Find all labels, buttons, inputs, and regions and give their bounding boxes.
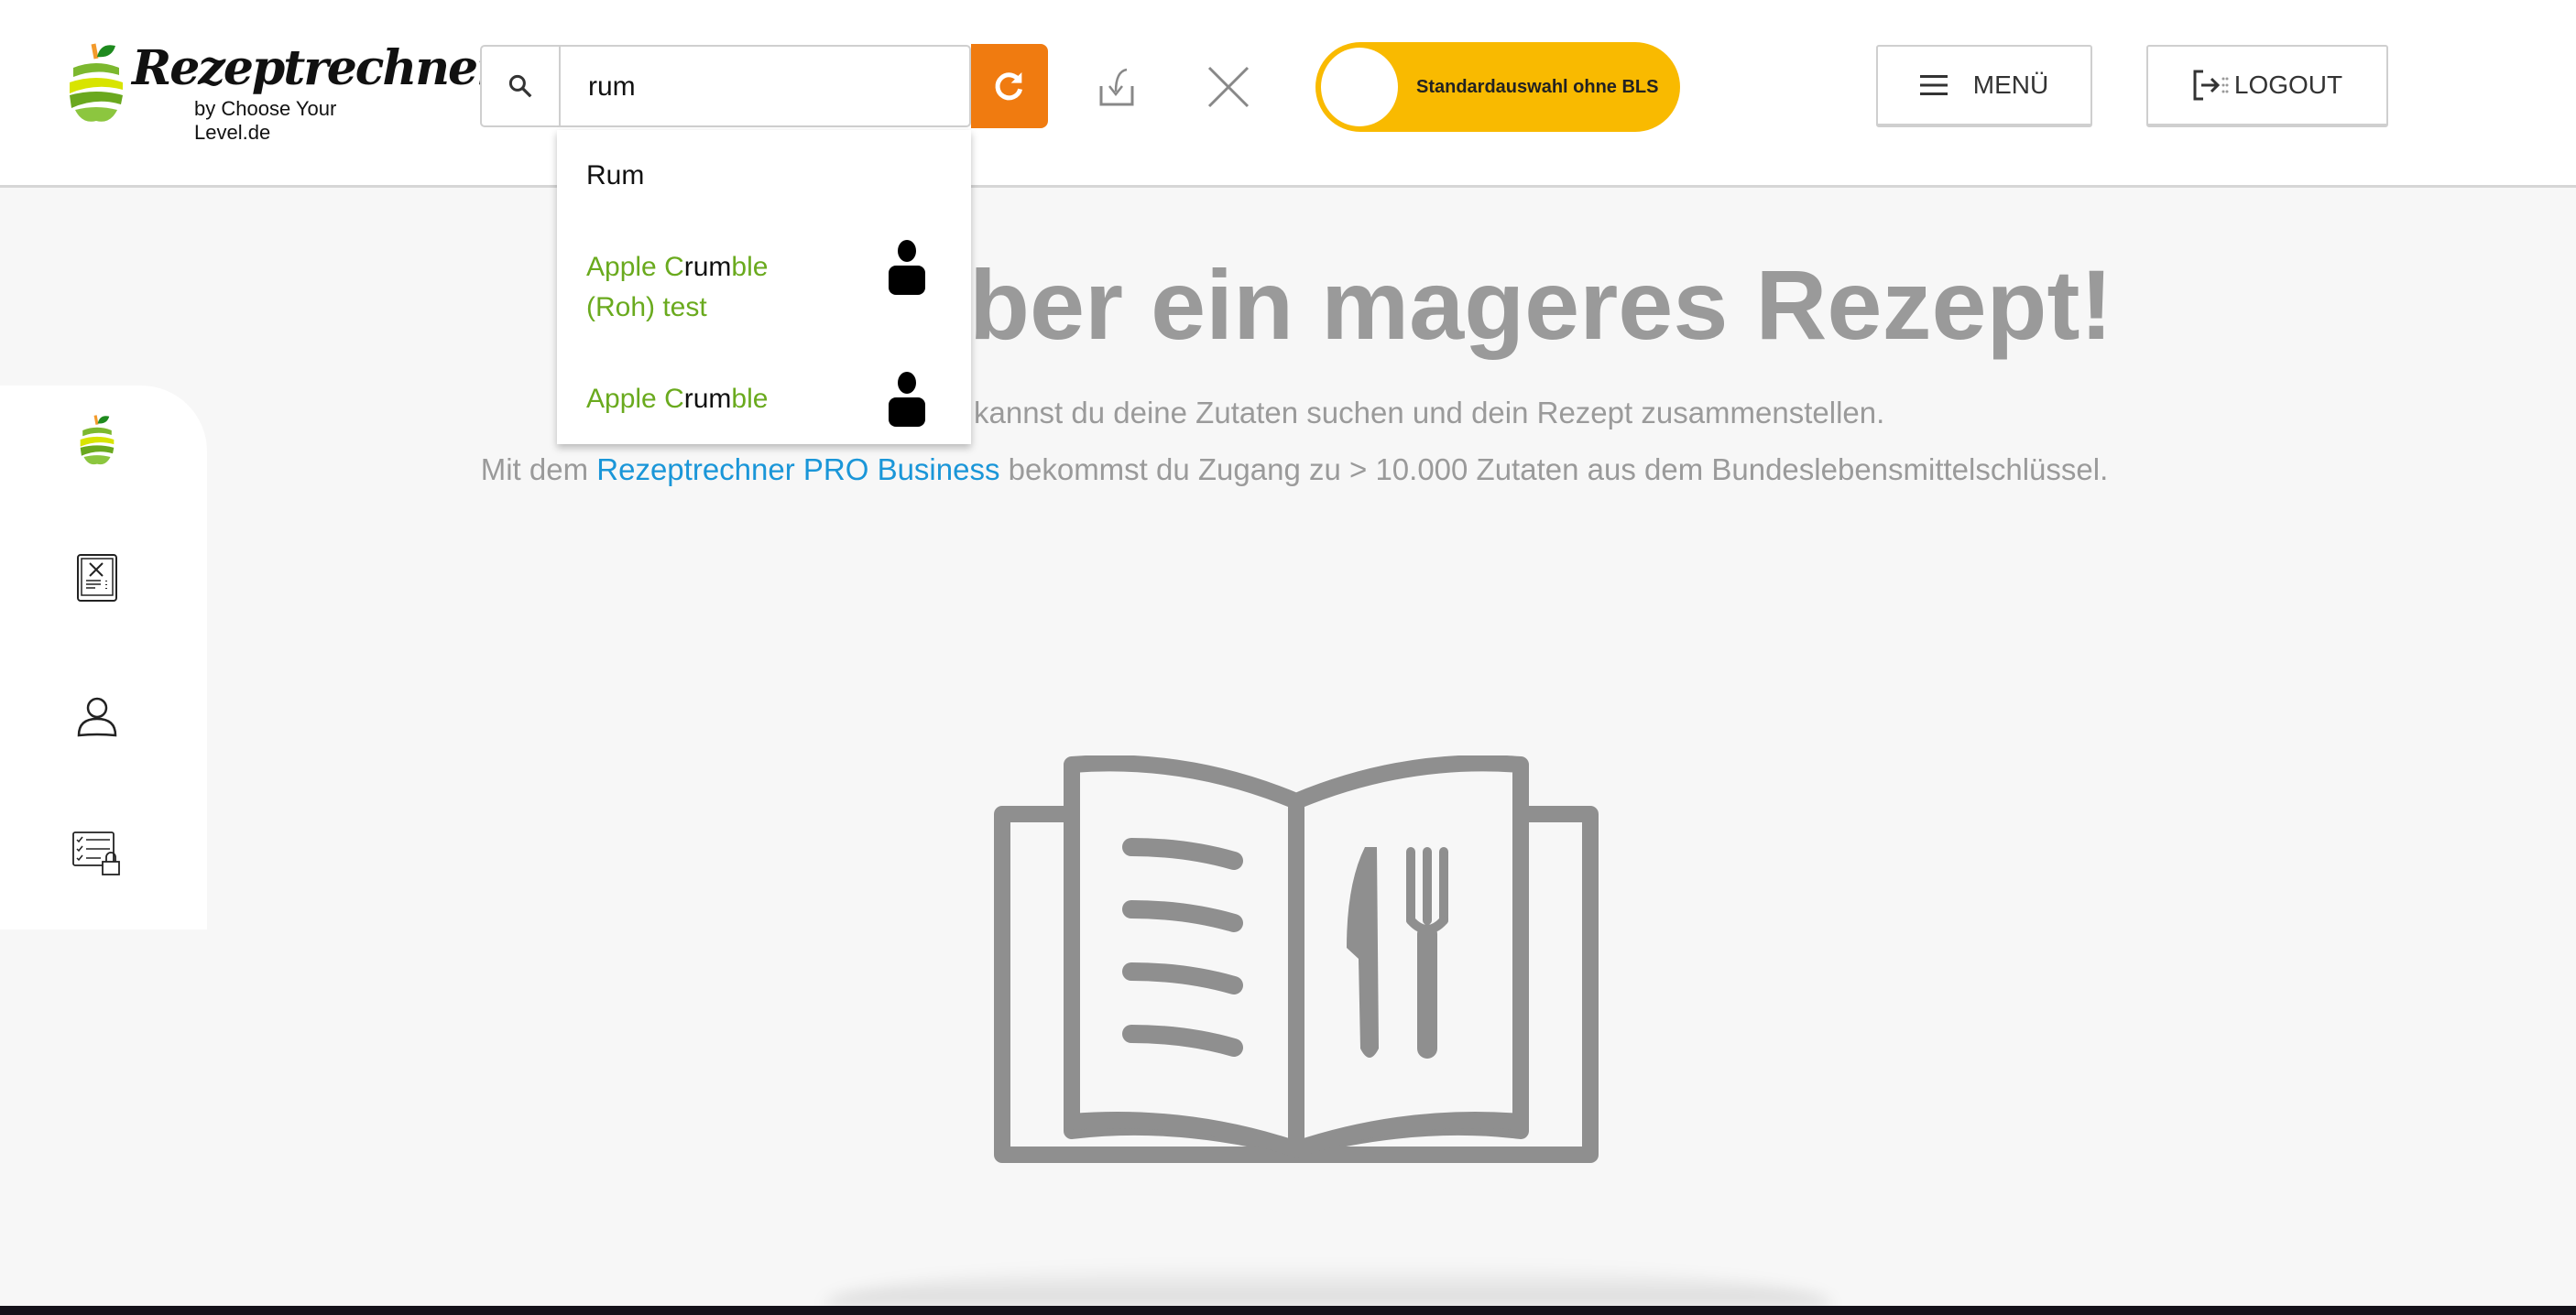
logout-label: LOGOUT [2233, 71, 2343, 99]
intro-text: kannst du deine Zutaten suchen und dein … [974, 396, 1885, 429]
import-icon [1099, 68, 1134, 106]
search-input[interactable] [561, 47, 993, 127]
close-icon [1207, 66, 1250, 108]
hamburger-icon [1919, 75, 1948, 95]
logout-button[interactable]: LOGOUT [2146, 45, 2388, 127]
suggestion-text: ble [731, 384, 769, 414]
logo[interactable]: Rezeptrechner by Choose Your Level.de [66, 40, 502, 144]
pro-info-post: bekommst du Zugang zu > 10.000 Zutaten a… [999, 452, 2109, 486]
pro-info-text: Mit dem Rezeptrechner PRO Business bekom… [0, 452, 2576, 487]
search-field [480, 45, 993, 127]
search-suggestions: Rum Apple Crumble (Roh) test Apple Crumb… [557, 130, 971, 444]
suggestion-item[interactable]: Rum [586, 156, 644, 196]
logout-icon [2193, 70, 2229, 101]
suggestion-match: rum [683, 252, 732, 282]
suggestion-item[interactable]: Apple Crumble (Roh) test [586, 247, 768, 328]
toggle-label: Standardauswahl ohne BLS [1416, 77, 1659, 97]
user-recipe-icon [889, 372, 925, 427]
suggestion-text: ble [731, 252, 769, 282]
bottom-bar [0, 1306, 2576, 1315]
logo-subtitle: by Choose Your Level.de [194, 97, 337, 144]
recipe-tablet-icon[interactable] [70, 550, 125, 605]
menu-label: MENÜ [1972, 71, 2049, 99]
bottom-panel-shadow [824, 1264, 1832, 1306]
suggestion-text: Apple C [586, 252, 684, 282]
bls-toggle[interactable]: Standardauswahl ohne BLS [1315, 42, 1680, 132]
logo-title: Rezeptrechner [132, 40, 502, 96]
suggestion-text: (Roh) test [586, 292, 707, 322]
user-icon[interactable] [70, 690, 125, 744]
suggestion-text: Apple C [586, 384, 684, 414]
user-recipe-icon [889, 240, 925, 295]
apple-logo-icon [70, 43, 123, 122]
pro-business-link[interactable]: Rezeptrechner PRO Business [596, 452, 999, 486]
search-icon[interactable] [482, 47, 561, 125]
refresh-icon [995, 72, 1023, 101]
refresh-button[interactable] [971, 44, 1048, 128]
locked-checklist-icon[interactable] [70, 825, 125, 880]
suggestion-item[interactable]: Apple Crumble [586, 379, 768, 419]
page-headline: ber ein mageres Rezept! [969, 249, 2113, 360]
pro-info-pre: Mit dem [480, 452, 597, 486]
import-button[interactable] [1096, 64, 1141, 110]
toggle-knob[interactable] [1321, 48, 1398, 126]
suggestion-match: rum [683, 384, 732, 414]
recipe-book-icon [994, 755, 1599, 1163]
menu-button[interactable]: MENÜ [1876, 45, 2092, 127]
clear-button[interactable] [1206, 64, 1251, 110]
